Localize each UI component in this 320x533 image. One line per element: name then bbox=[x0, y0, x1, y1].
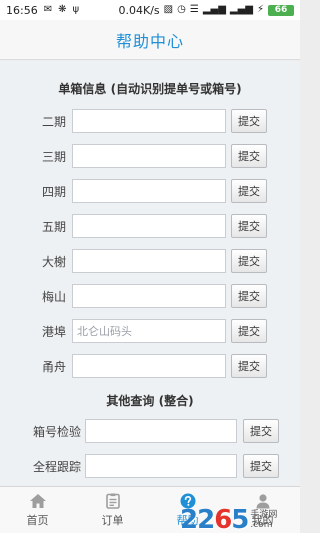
vibrate-icon: ▧ bbox=[163, 4, 174, 15]
sms-icon: ✉ bbox=[43, 4, 53, 15]
network-share-icon: ❋ bbox=[58, 4, 67, 15]
meishan-submit-button[interactable]: 提交 bbox=[231, 284, 267, 308]
other-query-section-title: 其他查询 (整合) bbox=[106, 394, 194, 408]
phase5-submit-button[interactable]: 提交 bbox=[231, 214, 267, 238]
daxie-input[interactable] bbox=[72, 249, 226, 273]
phase3-submit-button[interactable]: 提交 bbox=[231, 144, 267, 168]
battery-icon: 66 bbox=[268, 4, 294, 16]
nav-label: 订单 bbox=[101, 513, 124, 527]
query-row-phase2: 二期 提交 bbox=[0, 108, 300, 134]
box-check-input[interactable] bbox=[85, 419, 237, 443]
query-row-full-tracking: 全程跟踪 提交 bbox=[0, 453, 300, 479]
query-row-meishan: 梅山 提交 bbox=[0, 283, 300, 309]
box-check-submit-button[interactable]: 提交 bbox=[243, 419, 279, 443]
yongzhou-input[interactable] bbox=[72, 354, 226, 378]
nav-item-mine[interactable]: 我的 bbox=[225, 487, 300, 533]
query-row-phase3: 三期 提交 bbox=[0, 143, 300, 169]
meishan-input[interactable] bbox=[72, 284, 226, 308]
nav-item-home[interactable]: 首页 bbox=[0, 487, 75, 533]
signal-icon: ▂▄▆ bbox=[202, 4, 226, 15]
full-tracking-input[interactable] bbox=[85, 454, 237, 478]
user-icon bbox=[256, 493, 269, 508]
phase4-submit-button[interactable]: 提交 bbox=[231, 179, 267, 203]
net-speed: 0.04K/s bbox=[118, 3, 160, 17]
phase2-input[interactable] bbox=[72, 109, 226, 133]
phase3-input[interactable] bbox=[72, 144, 226, 168]
help-icon bbox=[180, 493, 195, 508]
nav-item-orders[interactable]: 订单 bbox=[75, 487, 150, 533]
main-panel: 单箱信息 (自动识别提单号或箱号) 二期 提交 三期 提交 四期 提交 五期 提… bbox=[0, 61, 300, 486]
nav-label: 我的 bbox=[251, 513, 274, 527]
daxie-submit-button[interactable]: 提交 bbox=[231, 249, 267, 273]
status-bar: 16:56 ✉ ❋ ψ 0.04K/s ▧ ◷ ☰ ▂▄▆ ▂▄▆ ⚡ 66 bbox=[0, 0, 300, 20]
phase5-input[interactable] bbox=[72, 214, 226, 238]
query-row-phase5: 五期 提交 bbox=[0, 213, 300, 239]
row-label: 甬舟 bbox=[41, 359, 66, 374]
query-row-yongzhou: 甬舟 提交 bbox=[0, 353, 300, 379]
full-tracking-submit-button[interactable]: 提交 bbox=[243, 454, 279, 478]
row-label: 三期 bbox=[41, 149, 66, 164]
row-label: 港埠 bbox=[41, 324, 66, 339]
usb-icon: ψ bbox=[72, 4, 80, 15]
query-row-phase4: 四期 提交 bbox=[0, 178, 300, 204]
nav-label: 帮助 bbox=[176, 513, 199, 527]
home-icon bbox=[29, 493, 46, 508]
title-bar: 帮助中心 bbox=[0, 20, 300, 60]
page-title: 帮助中心 bbox=[115, 31, 184, 51]
row-label: 箱号检验 bbox=[32, 424, 81, 439]
charging-icon: ⚡ bbox=[256, 4, 264, 15]
row-label: 二期 bbox=[41, 114, 66, 129]
bottom-nav: 首页 订单 帮助 我的 bbox=[0, 486, 300, 533]
gangbu-submit-button[interactable]: 提交 bbox=[231, 319, 267, 343]
gangbu-input[interactable] bbox=[72, 319, 226, 343]
yongzhou-submit-button[interactable]: 提交 bbox=[231, 354, 267, 378]
order-icon bbox=[105, 493, 120, 509]
status-time: 16:56 bbox=[6, 3, 38, 17]
nav-item-help[interactable]: 帮助 bbox=[150, 487, 225, 533]
alarm-icon: ◷ bbox=[177, 4, 186, 15]
nav-label: 首页 bbox=[26, 513, 49, 527]
row-label: 四期 bbox=[41, 184, 66, 199]
query-row-box-check: 箱号检验 提交 bbox=[0, 418, 300, 444]
single-box-section-title: 单箱信息 (自动识别提单号或箱号) bbox=[58, 82, 242, 96]
row-label: 全程跟踪 bbox=[32, 459, 81, 474]
row-label: 大榭 bbox=[41, 254, 66, 269]
query-row-gangbu: 港埠 提交 bbox=[0, 318, 300, 344]
phase2-submit-button[interactable]: 提交 bbox=[231, 109, 267, 133]
phase4-input[interactable] bbox=[72, 179, 226, 203]
signal-2-icon: ▂▄▆ bbox=[229, 4, 253, 15]
row-label: 五期 bbox=[41, 219, 66, 234]
row-label: 梅山 bbox=[41, 289, 66, 304]
wifi-icon: ☰ bbox=[189, 4, 199, 15]
query-row-daxie: 大榭 提交 bbox=[0, 248, 300, 274]
